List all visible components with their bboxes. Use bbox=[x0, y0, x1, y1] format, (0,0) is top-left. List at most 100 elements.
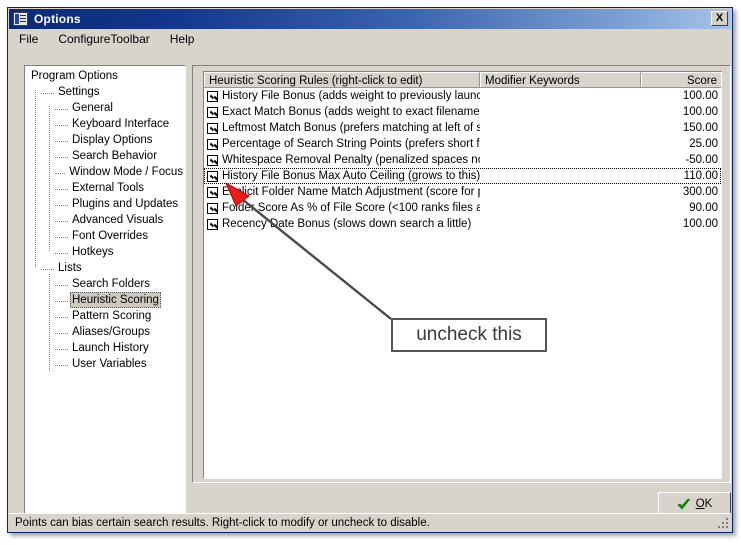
rule-label: Leftmost Match Bonus (prefers matching a… bbox=[222, 122, 480, 134]
tree-branch-icon bbox=[41, 268, 54, 270]
tree-connector-line bbox=[49, 106, 50, 251]
table-row[interactable]: History File Bonus Max Auto Ceiling (gro… bbox=[204, 168, 721, 184]
tree-branch-icon bbox=[55, 140, 68, 142]
table-row[interactable]: Explicit Folder Name Match Adjustment (s… bbox=[204, 184, 721, 200]
table-row[interactable]: Percentage of Search String Points (pref… bbox=[204, 136, 721, 152]
tree-item-label: Plugins and Updates bbox=[72, 198, 179, 210]
tree-item-label: Heuristic Scoring bbox=[70, 292, 161, 308]
tree-connector-line bbox=[49, 274, 50, 371]
checkbox-checked-icon[interactable] bbox=[207, 218, 218, 230]
options-tree[interactable]: Program Options Settings General Keyboard I… bbox=[24, 65, 186, 516]
rule-cell: History File Bonus (adds weight to previ… bbox=[204, 90, 480, 102]
rules-panel: Heuristic Scoring Rules (right-click to … bbox=[192, 65, 731, 483]
tree-branch-icon bbox=[55, 124, 68, 126]
tree-item-label: Settings bbox=[58, 86, 100, 98]
tree-branch-icon bbox=[41, 92, 54, 94]
menu-item-file[interactable]: File bbox=[17, 30, 47, 48]
score-cell: 110.00 bbox=[683, 170, 718, 182]
checkbox-checked-icon[interactable] bbox=[207, 154, 218, 166]
tree-branch-icon bbox=[55, 348, 68, 350]
checkbox-checked-icon[interactable] bbox=[207, 138, 218, 150]
rule-label: History File Bonus (adds weight to previ… bbox=[222, 90, 480, 102]
tree-item-label: Font Overrides bbox=[72, 230, 149, 242]
checkbox-checked-icon[interactable] bbox=[207, 106, 218, 118]
table-row[interactable]: Exact Match Bonus (adds weight to exact … bbox=[204, 104, 721, 120]
rule-cell: Percentage of Search String Points (pref… bbox=[204, 138, 480, 150]
tree-branch-icon bbox=[55, 300, 68, 302]
rule-label: Explicit Folder Name Match Adjustment (s… bbox=[222, 186, 480, 198]
tree-branch-icon bbox=[55, 204, 68, 206]
menu-bar: File ConfigureToolbar Help bbox=[9, 29, 731, 48]
tree-branch-icon bbox=[55, 364, 68, 366]
score-cell: 100.00 bbox=[682, 218, 718, 230]
tree-branch-icon bbox=[55, 108, 68, 110]
options-list-icon bbox=[13, 12, 28, 26]
tree-branch-icon bbox=[55, 316, 68, 318]
tree-item-label: Advanced Visuals bbox=[72, 214, 164, 226]
rule-cell: Folder Score As % of File Score (<100 ra… bbox=[204, 202, 480, 214]
tree-branch-icon bbox=[55, 332, 68, 334]
resize-grip-icon[interactable] bbox=[717, 517, 729, 529]
column-header-rules[interactable]: Heuristic Scoring Rules (right-click to … bbox=[204, 72, 480, 87]
tree-item-label: Program Options bbox=[31, 70, 118, 82]
rule-cell: Exact Match Bonus (adds weight to exact … bbox=[204, 106, 480, 118]
annotation-callout-text: uncheck this bbox=[416, 324, 522, 345]
window-title: Options bbox=[34, 12, 81, 26]
score-cell: -50.00 bbox=[685, 154, 718, 166]
checkbox-checked-icon[interactable] bbox=[207, 186, 218, 198]
score-cell: 100.00 bbox=[682, 106, 718, 118]
tree-branch-icon bbox=[55, 220, 68, 222]
tree-item-label: Aliases/Groups bbox=[72, 326, 150, 338]
rule-label: Exact Match Bonus (adds weight to exact … bbox=[222, 106, 480, 118]
tree-item-label: Keyboard Interface bbox=[72, 118, 170, 130]
rule-cell: Leftmost Match Bonus (prefers matching a… bbox=[204, 122, 480, 134]
tree-branch-icon bbox=[55, 188, 68, 190]
tree-item-program-options[interactable]: Program Options bbox=[25, 68, 185, 84]
score-cell: 100.00 bbox=[682, 90, 718, 102]
table-row[interactable]: Folder Score As % of File Score (<100 ra… bbox=[204, 200, 721, 216]
tree-item-label: General bbox=[72, 102, 113, 114]
menu-item-help[interactable]: Help bbox=[168, 30, 204, 48]
list-header-row: Heuristic Scoring Rules (right-click to … bbox=[204, 72, 721, 88]
title-bar: Options X bbox=[9, 9, 731, 29]
tree-item-label: Search Behavior bbox=[72, 150, 158, 162]
tree-branch-icon bbox=[55, 236, 68, 238]
tree-branch-icon bbox=[55, 284, 68, 286]
annotation-callout: uncheck this bbox=[391, 318, 547, 352]
checkbox-checked-icon[interactable] bbox=[207, 122, 218, 134]
table-row[interactable]: Whitespace Removal Penalty (penalized sp… bbox=[204, 152, 721, 168]
table-row[interactable]: Recency Date Bonus (slows down search a … bbox=[204, 216, 721, 232]
checkbox-checked-icon[interactable] bbox=[207, 202, 218, 214]
rule-label: Recency Date Bonus (slows down search a … bbox=[222, 218, 472, 230]
status-bar: Points can bias certain search results. … bbox=[9, 513, 731, 531]
tree-branch-icon bbox=[55, 172, 66, 174]
table-row[interactable]: History File Bonus (adds weight to previ… bbox=[204, 88, 721, 104]
close-icon[interactable]: X bbox=[711, 11, 728, 26]
tree-item-label: Search Folders bbox=[72, 278, 150, 290]
menu-item-configuretoolbar[interactable]: ConfigureToolbar bbox=[56, 30, 158, 48]
green-check-icon bbox=[677, 498, 691, 510]
rule-label: Percentage of Search String Points (pref… bbox=[222, 138, 480, 150]
table-row[interactable]: Leftmost Match Bonus (prefers matching a… bbox=[204, 120, 721, 136]
tree-item-label: Pattern Scoring bbox=[72, 310, 152, 322]
ok-button-label: OK bbox=[695, 498, 713, 510]
heuristic-rules-list[interactable]: Heuristic Scoring Rules (right-click to … bbox=[203, 71, 722, 479]
tree-item-label: User Variables bbox=[72, 358, 147, 370]
tree-connector-line bbox=[35, 90, 36, 267]
score-cell: 90.00 bbox=[689, 202, 718, 214]
column-header-keywords[interactable]: Modifier Keywords bbox=[480, 72, 641, 87]
tree-branch-icon bbox=[55, 156, 68, 158]
tree-item-label: Window Mode / Focus bbox=[69, 166, 183, 178]
tree-item-settings[interactable]: Settings bbox=[25, 84, 185, 100]
tree-item-label: External Tools bbox=[72, 182, 145, 194]
rule-cell: Recency Date Bonus (slows down search a … bbox=[204, 218, 480, 230]
checkbox-checked-icon[interactable] bbox=[207, 90, 218, 102]
score-cell: 300.00 bbox=[682, 186, 718, 198]
column-header-score[interactable]: Score bbox=[641, 72, 721, 87]
score-cell: 25.00 bbox=[689, 138, 718, 150]
score-cell: 150.00 bbox=[682, 122, 718, 134]
tree-item-label: Display Options bbox=[72, 134, 153, 146]
tree-item-label: Hotkeys bbox=[72, 246, 114, 258]
rule-label: Whitespace Removal Penalty (penalized sp… bbox=[222, 154, 480, 166]
checkbox-checked-icon[interactable] bbox=[207, 170, 218, 182]
